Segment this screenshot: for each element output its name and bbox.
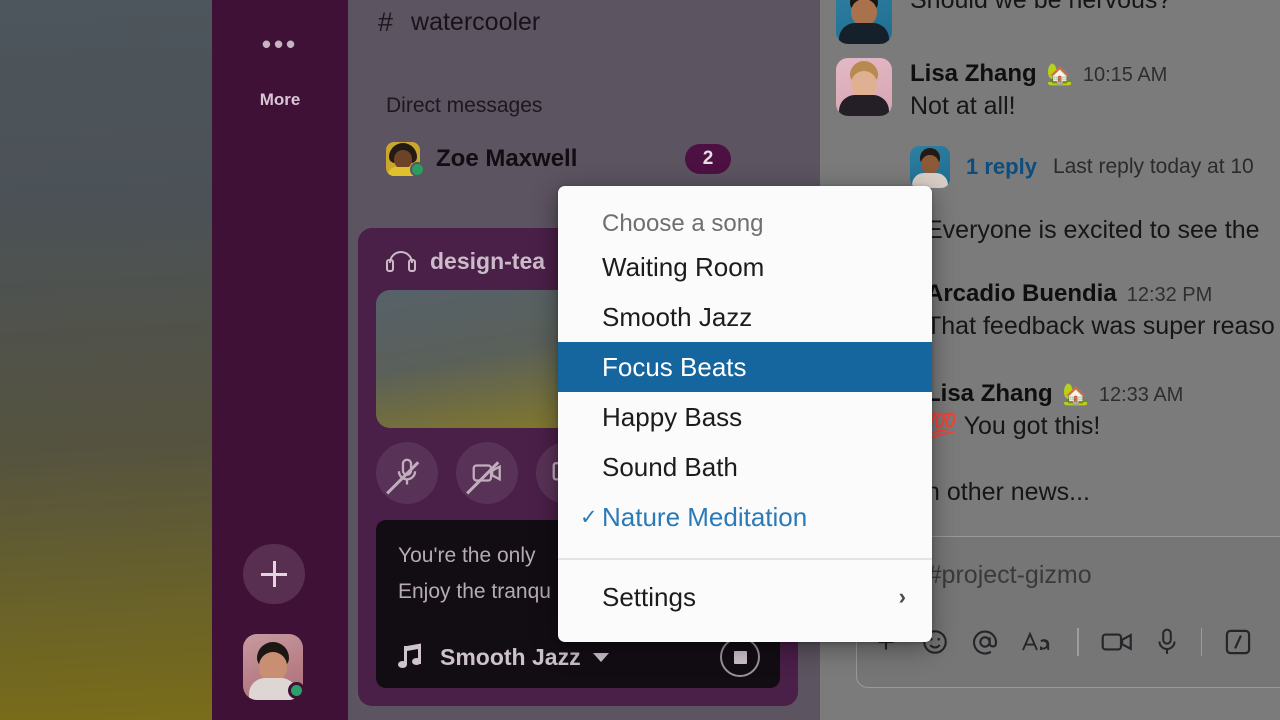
message-author[interactable]: Lisa Zhang (910, 60, 1037, 88)
toolbar-divider (1200, 628, 1202, 656)
sidebar-item-zoe-maxwell[interactable]: Zoe Maxwell (386, 138, 798, 180)
menu-item-label: Sound Bath (602, 451, 738, 482)
avatar (910, 146, 950, 188)
message-timestamp: 10:15 AM (1082, 64, 1168, 86)
status-emoji: 🏡 (1046, 63, 1073, 86)
presence-dot (288, 682, 305, 699)
menu-item-settings[interactable]: Settings › (558, 572, 932, 622)
mic-muted-icon[interactable] (376, 442, 438, 504)
dm-name-label: Zoe Maxwell (436, 145, 578, 172)
presence-dot (410, 162, 425, 177)
message-timestamp: 12:33 AM (1098, 384, 1184, 406)
chevron-right-icon: › (898, 584, 906, 609)
sidebar-item-watercooler[interactable]: # watercooler (378, 0, 540, 44)
headphones-icon (386, 250, 416, 273)
message-author[interactable]: Arcadio Buendia (926, 280, 1117, 308)
slash-command-icon[interactable] (1224, 628, 1252, 656)
menu-header-label: Choose a song (602, 210, 764, 237)
app-window: ••• More # watercooler Direct messages Z… (0, 0, 1280, 720)
menu-divider (558, 558, 932, 560)
chevron-down-icon[interactable] (592, 652, 609, 662)
avatar[interactable] (836, 58, 892, 116)
microphone-icon[interactable] (1155, 628, 1179, 656)
reply-count-link[interactable]: 1 reply (966, 154, 1037, 180)
huddle-status-line-1: You're the only (398, 544, 536, 567)
menu-item-label: Nature Meditation (602, 501, 808, 532)
menu-item-song[interactable]: Smooth Jazz (558, 292, 932, 342)
menu-item-song[interactable]: ✓ Nature Meditation (558, 492, 932, 542)
thread-reply-row[interactable]: 1 reply Last reply today at 10 (910, 146, 1254, 188)
last-reply-label: Last reply today at 10 (1052, 155, 1254, 178)
menu-item-label: Smooth Jazz (602, 301, 753, 332)
menu-item-label: Focus Beats (602, 351, 747, 382)
unread-badge: 2 (685, 144, 731, 174)
message-text: Everyone is excited to see the (926, 216, 1260, 244)
menu-item-song[interactable]: Waiting Room (558, 242, 932, 292)
message-text: 💯 You got this! (926, 412, 1101, 440)
message-header: Lisa Zhang 🏡 12:33 AM (926, 380, 1183, 408)
message-text: Not at all! (910, 92, 1016, 120)
rail-more-label[interactable]: More (212, 90, 348, 110)
message-text: n other news... (926, 478, 1090, 506)
status-emoji: 🏡 (1062, 383, 1089, 406)
message-text: That feedback was super reaso (926, 312, 1275, 340)
menu-item-song[interactable]: Focus Beats (558, 342, 932, 392)
song-dropdown-menu[interactable]: Choose a song Waiting Room Smooth Jazz Foc… (558, 186, 932, 642)
message-author[interactable]: Lisa Zhang (926, 380, 1053, 408)
huddle-title[interactable]: design-tea (386, 248, 545, 275)
left-rail: ••• More (212, 0, 348, 720)
menu-item-label: Waiting Room (602, 251, 765, 282)
check-icon: ✓ (580, 505, 598, 529)
format-text-icon[interactable] (1021, 629, 1055, 655)
current-track-label: Smooth Jazz (440, 643, 581, 670)
message-header: Arcadio Buendia 12:32 PM (926, 280, 1212, 308)
menu-item-song[interactable]: Sound Bath (558, 442, 932, 492)
message-header: Lisa Zhang 🏡 10:15 AM (910, 60, 1167, 88)
music-note-icon (398, 643, 424, 670)
video-icon[interactable] (1101, 630, 1133, 654)
composer-toolbar (873, 617, 1280, 667)
plus-icon[interactable] (243, 544, 305, 604)
stop-icon[interactable] (720, 637, 760, 677)
avatar[interactable] (836, 0, 892, 44)
message-text: Should we be nervous? (910, 0, 1172, 14)
menu-item-label: Happy Bass (602, 401, 743, 432)
huddle-title-label: design-tea (430, 248, 546, 274)
hash-icon: # (378, 6, 394, 37)
toolbar-divider (1077, 628, 1079, 656)
menu-item-list: Waiting Room Smooth Jazz Focus Beats Happy … (558, 242, 932, 542)
menu-item-song[interactable]: Happy Bass (558, 392, 932, 442)
sidebar-item-label: watercooler (411, 7, 541, 36)
menu-item-label: Settings (602, 581, 696, 612)
dm-section-header: Direct messages (386, 94, 543, 117)
huddle-status-line-2: Enjoy the tranqu (398, 580, 551, 603)
ellipsis-icon[interactable]: ••• (212, 31, 348, 57)
mention-icon[interactable] (971, 628, 999, 656)
message-timestamp: 12:32 PM (1126, 284, 1213, 306)
workspace-backdrop (0, 0, 216, 720)
video-off-icon[interactable] (456, 442, 518, 504)
